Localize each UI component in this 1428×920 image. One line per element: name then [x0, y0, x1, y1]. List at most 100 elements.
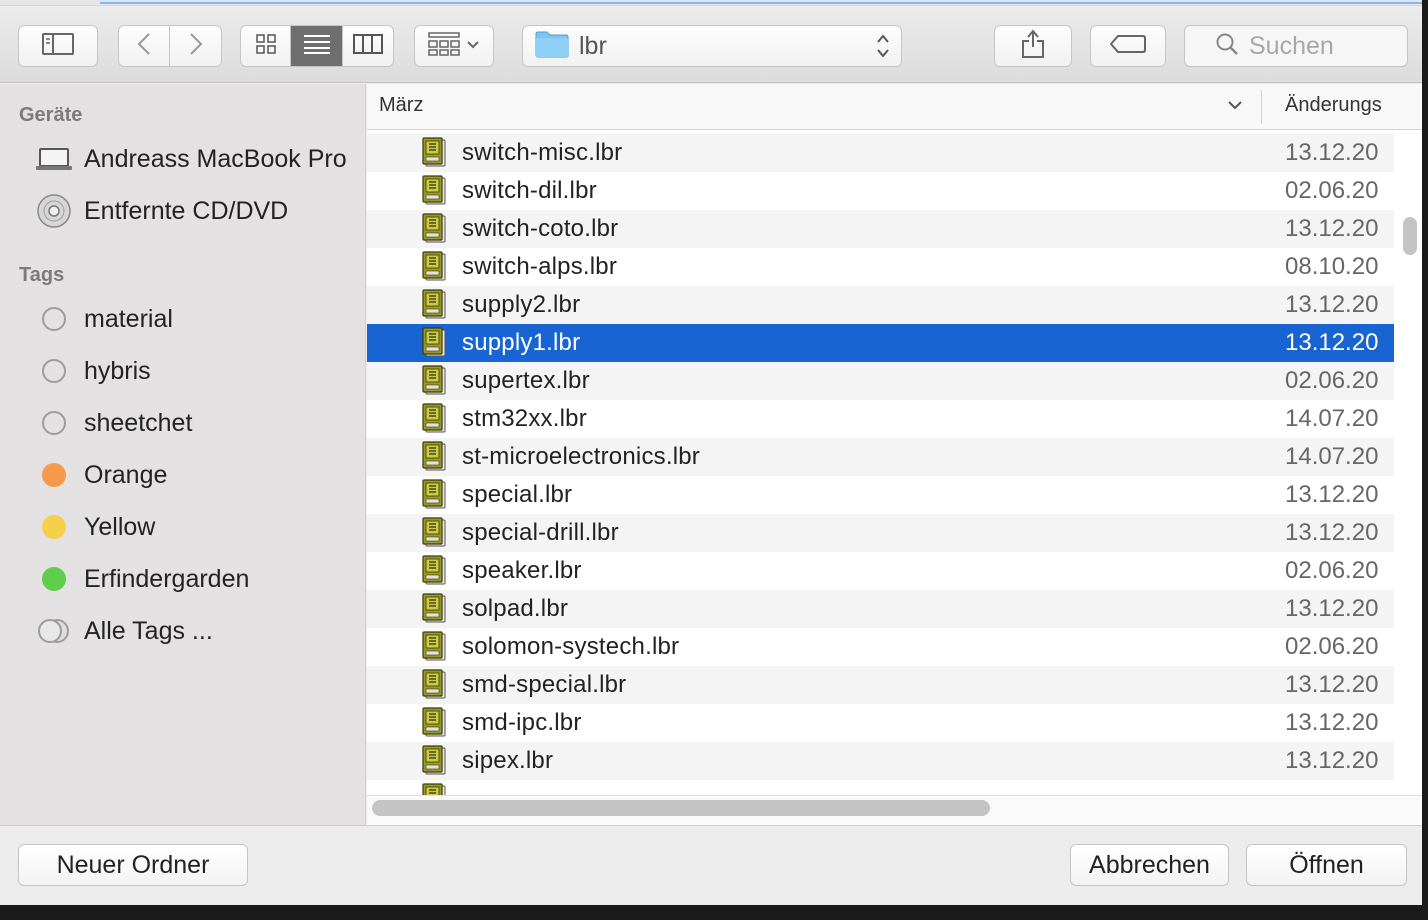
list-icon — [303, 34, 331, 59]
sidebar-tag-sheetchet[interactable]: sheetchet — [34, 401, 192, 445]
list-view-button[interactable] — [291, 26, 343, 66]
file-row-partial[interactable] — [367, 780, 1394, 795]
sidebar-tag-hybris[interactable]: hybris — [34, 349, 151, 393]
file-date: 14.07.20 — [1285, 443, 1379, 470]
tag-dot-icon — [42, 411, 66, 435]
sidebar-tag-orange[interactable]: Orange — [34, 453, 167, 497]
file-row[interactable]: supply2.lbr 13.12.20 — [367, 286, 1394, 324]
sidebar: Geräte Andreass MacBook Pro Entfernte CD… — [0, 84, 366, 825]
file-date: 13.12.20 — [1285, 481, 1379, 508]
vertical-scrollbar[interactable] — [1403, 217, 1417, 255]
file-date: 02.06.20 — [1285, 557, 1379, 584]
column-header: März Änderungs — [367, 84, 1422, 130]
file-date: 08.10.20 — [1285, 253, 1379, 280]
lbr-file-icon — [421, 137, 447, 172]
file-name: smd-special.lbr — [462, 671, 627, 698]
arrange-menu-button[interactable] — [414, 25, 494, 67]
grid-icon — [255, 33, 276, 59]
tag-button[interactable] — [1090, 25, 1166, 67]
file-row[interactable]: switch-misc.lbr 13.12.20 — [367, 134, 1394, 172]
sidebar-item-label: Alle Tags ... — [84, 616, 213, 645]
all-tags-icon — [34, 618, 74, 644]
lbr-file-icon — [421, 745, 447, 780]
back-button[interactable] — [119, 26, 171, 66]
lbr-file-icon — [421, 251, 447, 286]
file-rows: switch-misc.lbr 13.12.20 switch-dil.lbr 02.… — [367, 130, 1394, 795]
sidebar-tag-yellow[interactable]: Yellow — [34, 505, 155, 549]
sidebar-item-cd-dvd[interactable]: Entfernte CD/DVD — [34, 189, 288, 233]
share-button[interactable] — [994, 25, 1072, 67]
file-date: 02.06.20 — [1285, 633, 1379, 660]
chevron-down-icon[interactable] — [1227, 98, 1243, 116]
file-name: st-microelectronics.lbr — [462, 443, 700, 470]
orange-tag-dot-icon — [42, 463, 66, 487]
file-row[interactable]: sipex.lbr 13.12.20 — [367, 742, 1394, 780]
path-popup[interactable]: lbr — [522, 25, 902, 67]
file-row[interactable]: stm32xx.lbr 14.07.20 — [367, 400, 1394, 438]
file-row[interactable]: smd-ipc.lbr 13.12.20 — [367, 704, 1394, 742]
new-folder-button[interactable]: Neuer Ordner — [18, 844, 248, 886]
file-date: 14.07.20 — [1285, 405, 1379, 432]
lbr-file-icon — [421, 669, 447, 704]
icon-view-button[interactable] — [241, 26, 292, 66]
file-date: 13.12.20 — [1285, 747, 1379, 774]
file-row[interactable]: supertex.lbr 02.06.20 — [367, 362, 1394, 400]
file-row[interactable]: switch-coto.lbr 13.12.20 — [367, 210, 1394, 248]
lbr-file-icon — [421, 289, 447, 324]
file-row[interactable]: solpad.lbr 13.12.20 — [367, 590, 1394, 628]
lbr-file-icon — [421, 707, 447, 742]
sidebar-item-macbook[interactable]: Andreass MacBook Pro — [34, 137, 347, 181]
file-name: speaker.lbr — [462, 557, 582, 584]
file-name: special.lbr — [462, 481, 573, 508]
chevron-down-icon — [466, 37, 480, 55]
yellow-tag-dot-icon — [42, 515, 66, 539]
file-row[interactable]: switch-alps.lbr 08.10.20 — [367, 248, 1394, 286]
disc-icon — [34, 193, 74, 229]
column-name-header[interactable]: März — [379, 94, 423, 117]
file-row[interactable]: special-drill.lbr 13.12.20 — [367, 514, 1394, 552]
view-mode-control — [240, 25, 394, 67]
search-field[interactable]: Suchen — [1184, 25, 1408, 67]
tag-dot-icon — [42, 359, 66, 383]
column-view-button[interactable] — [343, 26, 393, 66]
file-date: 13.12.20 — [1285, 671, 1379, 698]
chevron-left-icon — [137, 32, 151, 61]
sidebar-tag-erfindergarden[interactable]: Erfindergarden — [34, 557, 249, 601]
toggle-sidebar-button[interactable] — [18, 25, 98, 67]
lbr-file-icon — [421, 365, 447, 400]
file-name: smd-ipc.lbr — [462, 709, 582, 736]
column-divider[interactable] — [1261, 90, 1262, 124]
lbr-file-icon — [421, 327, 447, 362]
file-name: stm32xx.lbr — [462, 405, 587, 432]
file-list: März Änderungs switch-misc.lbr 13.12.20 sw… — [367, 84, 1422, 825]
file-row[interactable]: special.lbr 13.12.20 — [367, 476, 1394, 514]
sidebar-item-label: Entfernte CD/DVD — [84, 196, 289, 225]
arrange-icon — [428, 31, 460, 61]
file-name: sipex.lbr — [462, 747, 554, 774]
search-icon — [1215, 32, 1239, 61]
file-date: 02.06.20 — [1285, 367, 1379, 394]
file-date: 13.12.20 — [1285, 139, 1379, 166]
file-row[interactable]: solomon-systech.lbr 02.06.20 — [367, 628, 1394, 666]
tag-dot-icon — [42, 307, 66, 331]
horizontal-scrollbar[interactable] — [372, 800, 990, 816]
sidebar-all-tags[interactable]: Alle Tags ... — [34, 609, 213, 653]
sidebar-tag-material[interactable]: material — [34, 297, 173, 341]
lbr-file-icon — [421, 631, 447, 666]
toolbar: lbr Suchen — [0, 6, 1422, 83]
file-row[interactable]: switch-dil.lbr 02.06.20 — [367, 172, 1394, 210]
cancel-button[interactable]: Abbrechen — [1070, 844, 1229, 886]
back-forward-control — [118, 25, 222, 67]
file-name: supertex.lbr — [462, 367, 590, 394]
lbr-file-icon — [421, 213, 447, 248]
file-date: 13.12.20 — [1285, 329, 1379, 356]
forward-button[interactable] — [170, 26, 221, 66]
file-row[interactable]: speaker.lbr 02.06.20 — [367, 552, 1394, 590]
open-button[interactable]: Öffnen — [1246, 844, 1407, 886]
file-row[interactable]: st-microelectronics.lbr 14.07.20 — [367, 438, 1394, 476]
file-row-selected[interactable]: supply1.lbr 13.12.20 — [367, 324, 1394, 362]
file-row[interactable]: smd-special.lbr 13.12.20 — [367, 666, 1394, 704]
column-date-header[interactable]: Änderungs — [1285, 94, 1382, 117]
devices-header: Geräte — [19, 104, 83, 126]
folder-icon — [535, 30, 569, 63]
